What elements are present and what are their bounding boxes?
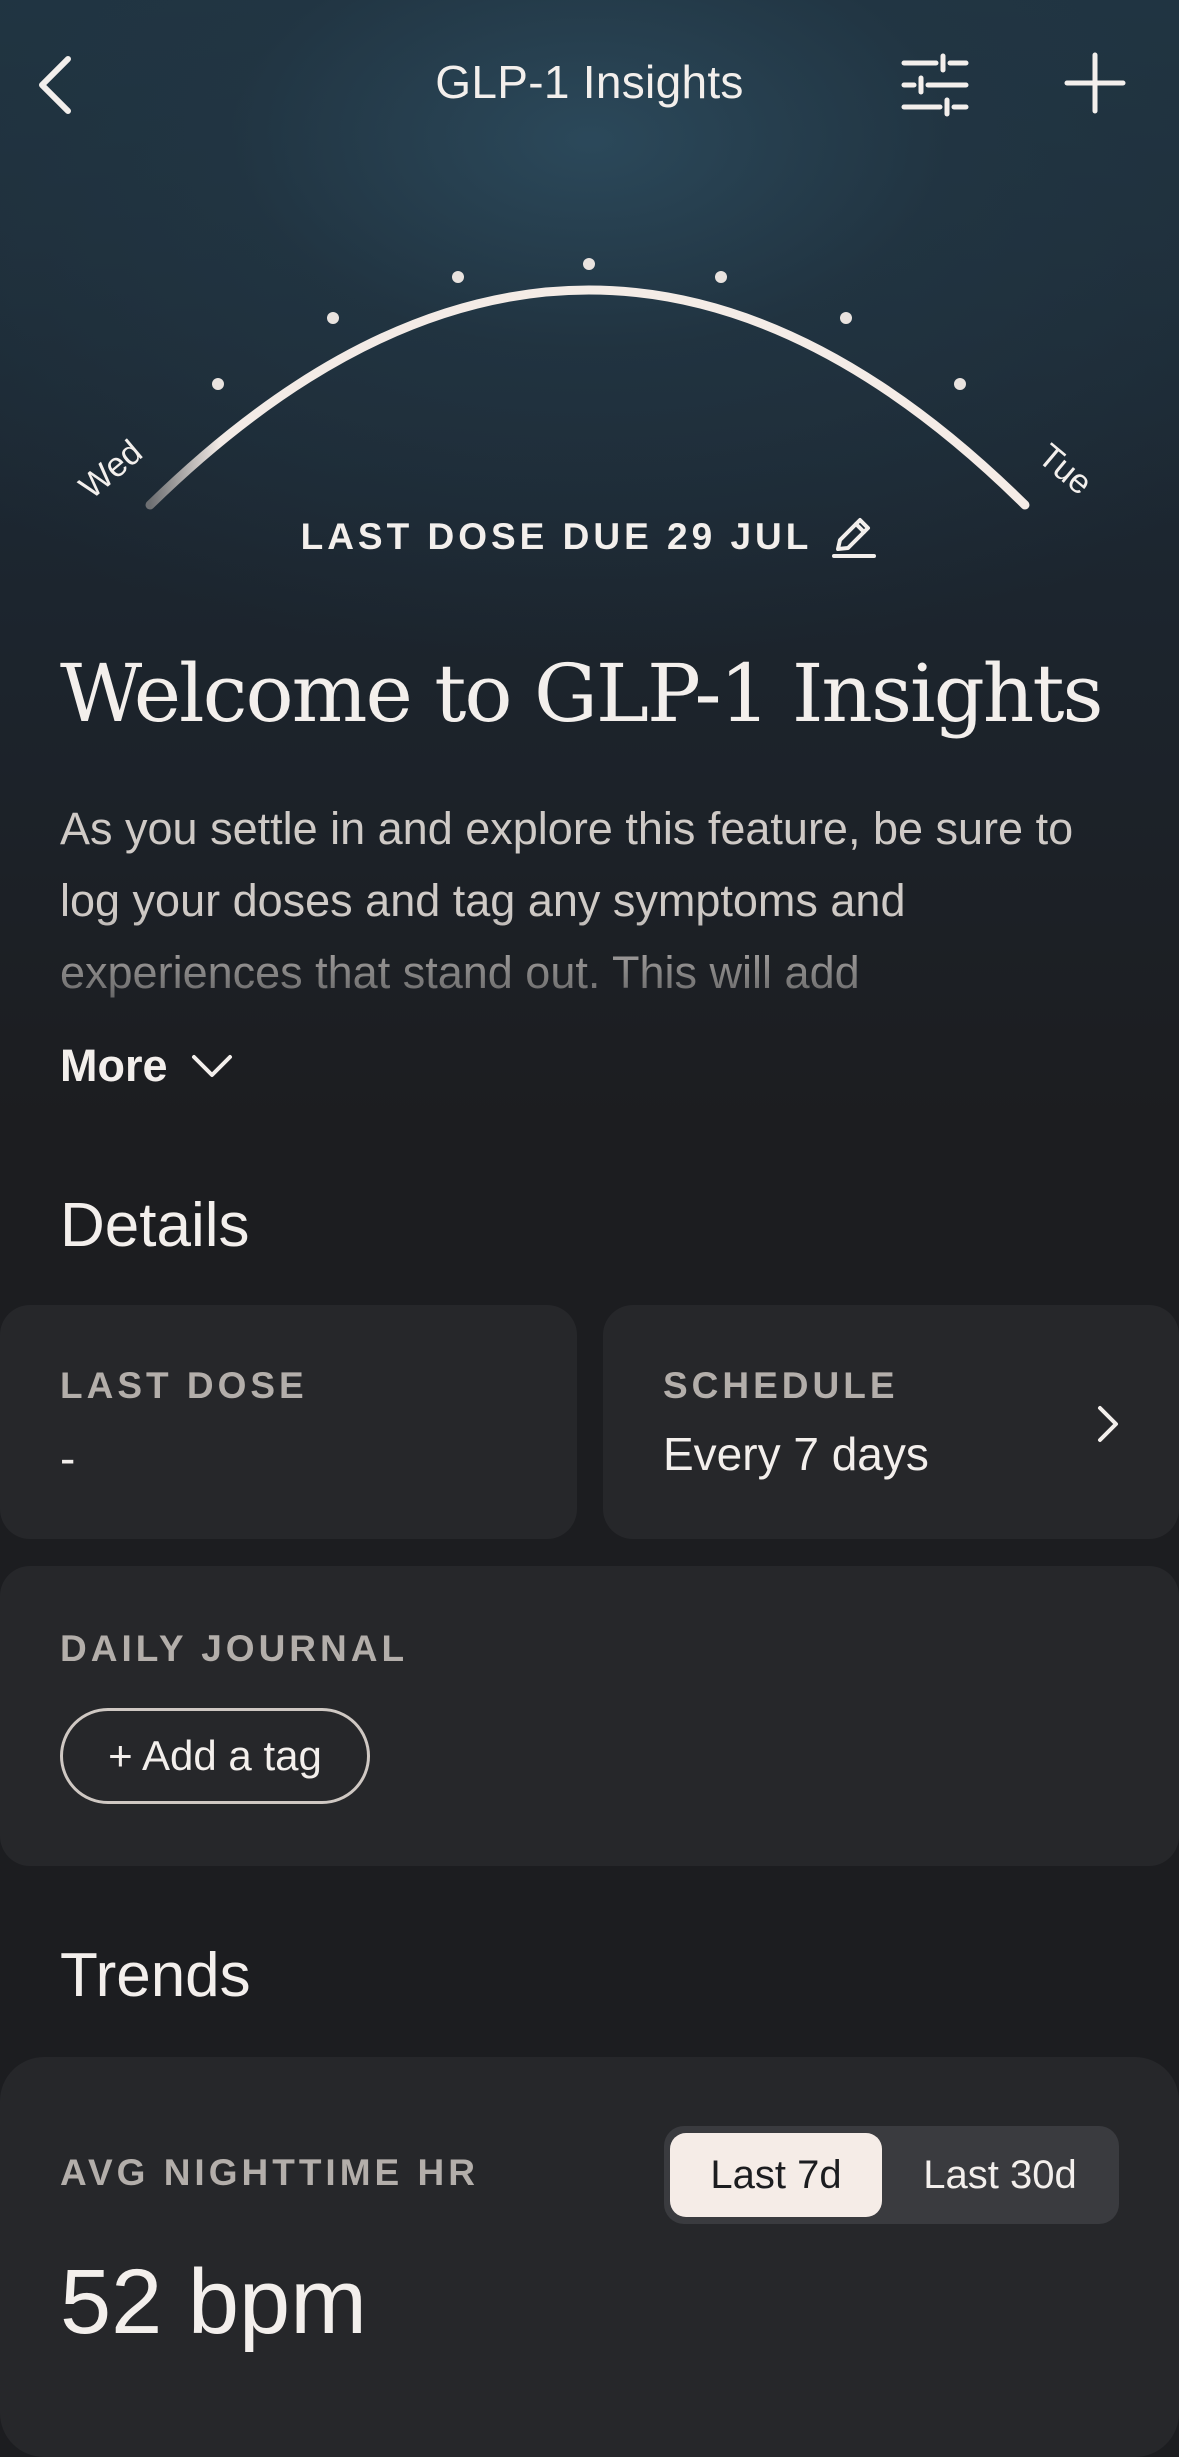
- trends-title: Trends: [60, 1941, 251, 2010]
- plus-icon: [1064, 52, 1126, 114]
- day-tick: [452, 271, 464, 283]
- chevron-right-icon: [1098, 1406, 1118, 1442]
- details-title: Details: [60, 1191, 250, 1260]
- last-dose-due[interactable]: LAST DOSE DUE 29 JUL: [0, 515, 1179, 559]
- daily-journal-label: DAILY JOURNAL: [60, 1628, 409, 1669]
- day-tick: [715, 271, 727, 283]
- arc-start-day: Wed: [72, 433, 150, 507]
- range-option-30d[interactable]: Last 30d: [886, 2133, 1114, 2217]
- more-label: More: [60, 1040, 168, 1091]
- filter-button[interactable]: [890, 40, 980, 130]
- nighttime-hr-label: AVG NIGHTTIME HR: [60, 2152, 479, 2193]
- last-dose-card[interactable]: LAST DOSE -: [0, 1305, 577, 1539]
- range-segmented-control: Last 7d Last 30d: [664, 2126, 1119, 2224]
- day-tick: [954, 378, 966, 390]
- day-tick: [840, 312, 852, 324]
- welcome-title: Welcome to GLP-1 Insights: [60, 647, 1104, 740]
- pencil-icon: [832, 518, 877, 558]
- day-tick: [583, 258, 595, 270]
- day-tick: [212, 378, 224, 390]
- chevron-down-icon: [191, 1055, 232, 1077]
- nighttime-hr-value: 52 bpm: [60, 2251, 367, 2353]
- schedule-value: Every 7 days: [663, 1428, 929, 1480]
- arc-end-day: Tue: [1031, 437, 1099, 503]
- schedule-card[interactable]: SCHEDULE Every 7 days: [603, 1305, 1179, 1539]
- page-title: GLP-1 Insights: [435, 56, 744, 108]
- more-button[interactable]: More: [60, 1040, 234, 1092]
- add-tag-button[interactable]: + Add a tag: [60, 1708, 370, 1804]
- schedule-label: SCHEDULE: [663, 1365, 899, 1406]
- add-button[interactable]: [1050, 38, 1140, 128]
- welcome-description: As you settle in and explore this featur…: [60, 803, 1074, 998]
- range-option-7d[interactable]: Last 7d: [670, 2133, 882, 2217]
- last-dose-label: LAST DOSE: [60, 1365, 308, 1406]
- day-tick: [327, 312, 339, 324]
- dose-cycle-arc: Wed Tue: [72, 258, 1099, 510]
- last-dose-value: -: [60, 1432, 76, 1484]
- last-dose-due-label: LAST DOSE DUE 29 JUL: [300, 516, 813, 557]
- sliders-icon: [901, 53, 969, 117]
